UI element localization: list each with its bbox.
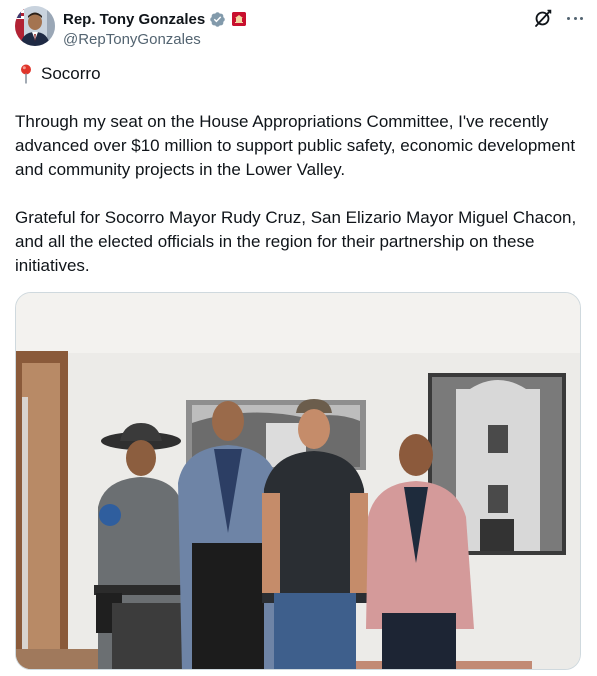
- avatar[interactable]: [15, 6, 55, 46]
- tweet-photo[interactable]: [15, 292, 581, 670]
- tweet-header: Rep. Tony Gonzales @RepTonyGonzales: [15, 6, 585, 50]
- tweet-paragraph-1: Through my seat on the House Appropriati…: [15, 112, 580, 179]
- more-icon[interactable]: [565, 8, 585, 28]
- tweet-paragraph-2: Grateful for Socorro Mayor Rudy Cruz, Sa…: [15, 208, 577, 275]
- location-line: Socorro: [15, 62, 585, 86]
- verified-badge-icon[interactable]: [209, 11, 226, 28]
- round-pushpin-icon: [21, 64, 31, 84]
- author-handle[interactable]: @RepTonyGonzales: [63, 30, 246, 50]
- avatar-photo: [15, 6, 55, 46]
- tweet-text: Socorro Through my seat on the House App…: [15, 62, 585, 278]
- four-men-standing-photo: [16, 293, 580, 669]
- grok-icon[interactable]: [533, 8, 553, 28]
- us-house-badge-icon[interactable]: [232, 12, 247, 26]
- author-display-name[interactable]: Rep. Tony Gonzales: [63, 11, 205, 28]
- location-text: Socorro: [41, 64, 101, 83]
